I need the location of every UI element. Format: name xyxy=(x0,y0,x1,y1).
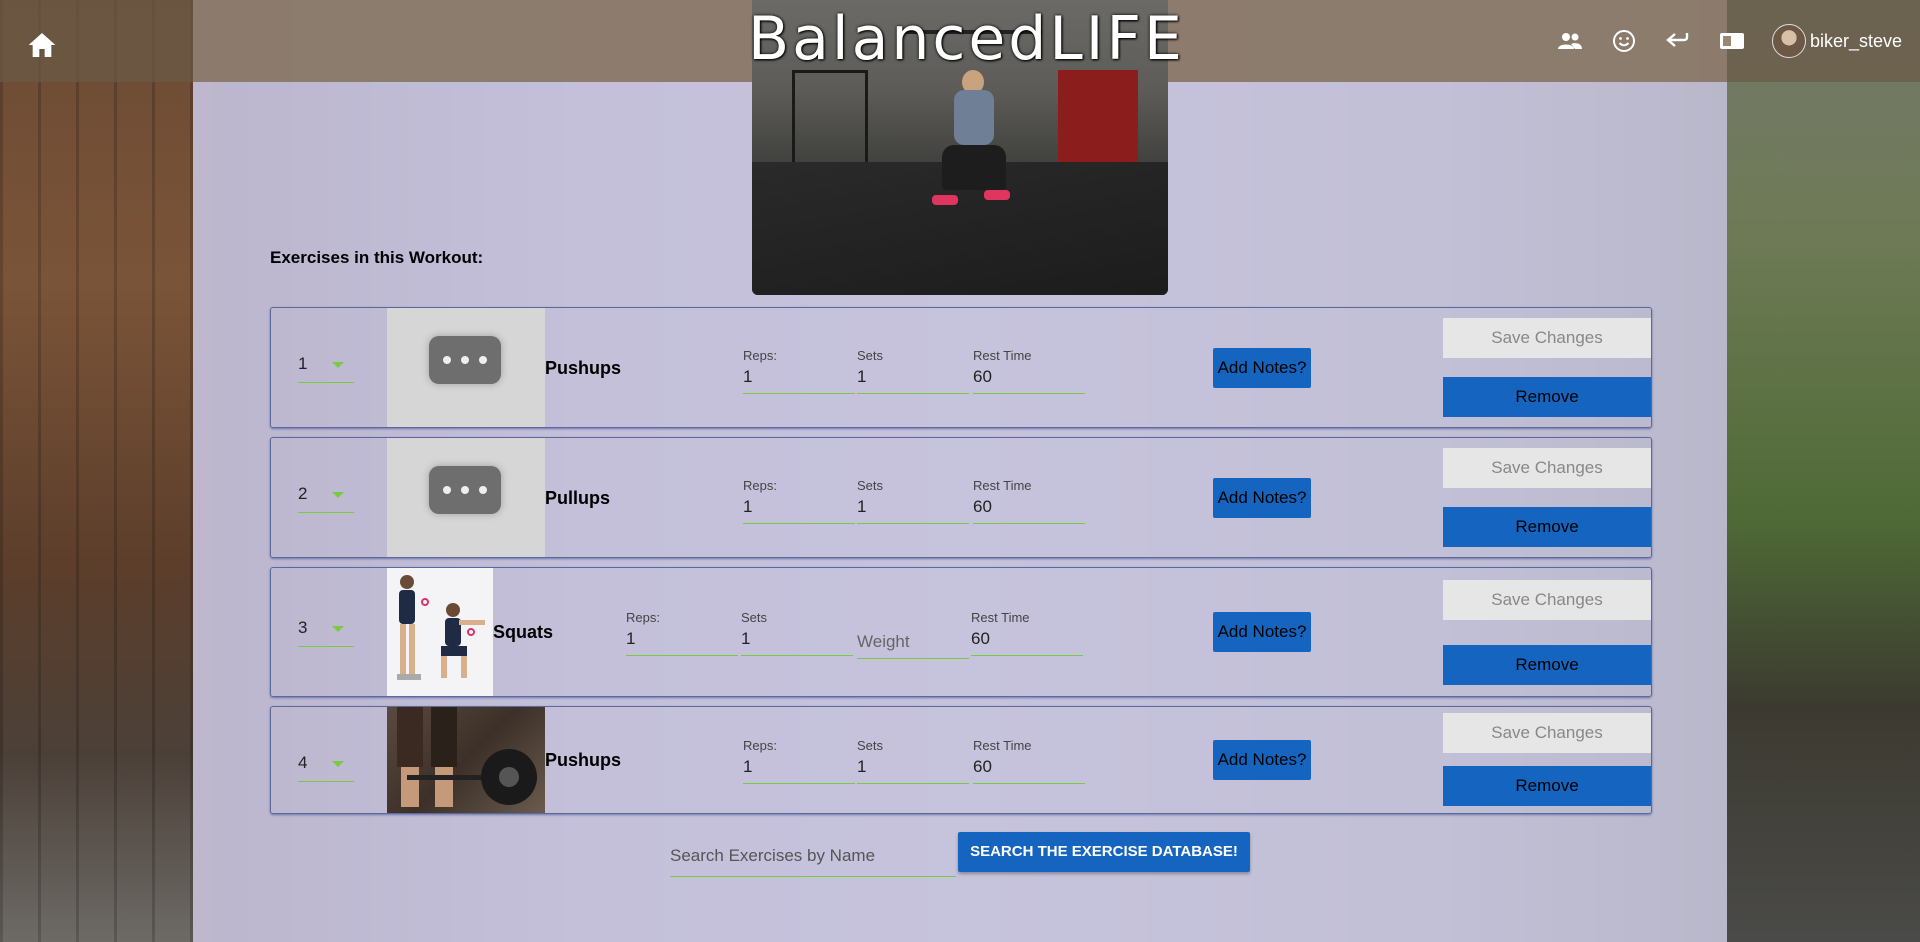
section-label: Exercises in this Workout: xyxy=(270,248,484,267)
caret-down-icon xyxy=(332,492,344,498)
brand-title: BalancedLIFE xyxy=(748,4,1185,74)
caret-down-icon xyxy=(332,626,344,632)
weight-field[interactable]: Weight xyxy=(857,632,969,659)
top-nav: biker_steve xyxy=(1556,18,1920,64)
exercise-row: 1 Pushups Reps: 1 Sets 1 Rest Time 60 Add N… xyxy=(270,307,1652,428)
caret-down-icon xyxy=(332,761,344,767)
exercise-row: 2 Pullups Reps: 1 Sets 1 Rest Time 60 Add N… xyxy=(270,437,1652,558)
background-right xyxy=(1727,0,1920,942)
home-icon[interactable] xyxy=(26,30,58,60)
add-notes-button[interactable]: Add Notes? xyxy=(1213,348,1311,388)
people-icon[interactable] xyxy=(1556,27,1584,55)
remove-button[interactable]: Remove xyxy=(1443,377,1651,417)
exercise-name: Pullups xyxy=(545,488,611,508)
caret-down-icon xyxy=(332,362,344,368)
search-database-button[interactable]: SEARCH THE EXERCISE DATABASE! xyxy=(958,832,1250,872)
exercise-thumbnail xyxy=(387,438,545,557)
exercise-row: 4 Pushups Reps: 1 Sets 1 Rest Time 60 Add N… xyxy=(270,706,1652,814)
remove-button[interactable]: Remove xyxy=(1443,645,1651,685)
save-changes-button[interactable]: Save Changes xyxy=(1443,713,1651,753)
save-changes-button[interactable]: Save Changes xyxy=(1443,580,1651,620)
remove-button[interactable]: Remove xyxy=(1443,766,1651,806)
search-input[interactable]: Search Exercises by Name xyxy=(670,846,956,877)
order-select[interactable]: 1 xyxy=(298,354,354,383)
background-left xyxy=(0,0,193,942)
order-select[interactable]: 2 xyxy=(298,484,354,513)
username[interactable]: biker_steve xyxy=(1810,31,1902,52)
sidebar-icon[interactable] xyxy=(1718,27,1746,55)
add-notes-button[interactable]: Add Notes? xyxy=(1213,478,1311,518)
exercise-name: Squats xyxy=(493,622,554,642)
exercise-name: Pushups xyxy=(545,358,622,378)
order-select[interactable]: 4 xyxy=(298,753,354,782)
smiley-icon[interactable] xyxy=(1610,27,1638,55)
avatar[interactable] xyxy=(1771,24,1806,58)
exercise-thumbnail xyxy=(387,707,545,813)
more-dots-icon xyxy=(429,336,501,384)
back-arrow-icon[interactable] xyxy=(1664,27,1692,55)
save-changes-button[interactable]: Save Changes xyxy=(1443,318,1651,358)
exercise-row: 3 Squats Reps: 1 Sets 1 Weight Rest Time 60… xyxy=(270,567,1652,697)
add-notes-button[interactable]: Add Notes? xyxy=(1213,612,1311,652)
more-dots-icon xyxy=(429,466,501,514)
save-changes-button[interactable]: Save Changes xyxy=(1443,448,1651,488)
add-notes-button[interactable]: Add Notes? xyxy=(1213,740,1311,780)
exercise-thumbnail xyxy=(387,308,545,427)
remove-button[interactable]: Remove xyxy=(1443,507,1651,547)
exercise-name: Pushups xyxy=(545,750,622,770)
order-select[interactable]: 3 xyxy=(298,618,354,647)
exercise-thumbnail xyxy=(387,568,493,696)
